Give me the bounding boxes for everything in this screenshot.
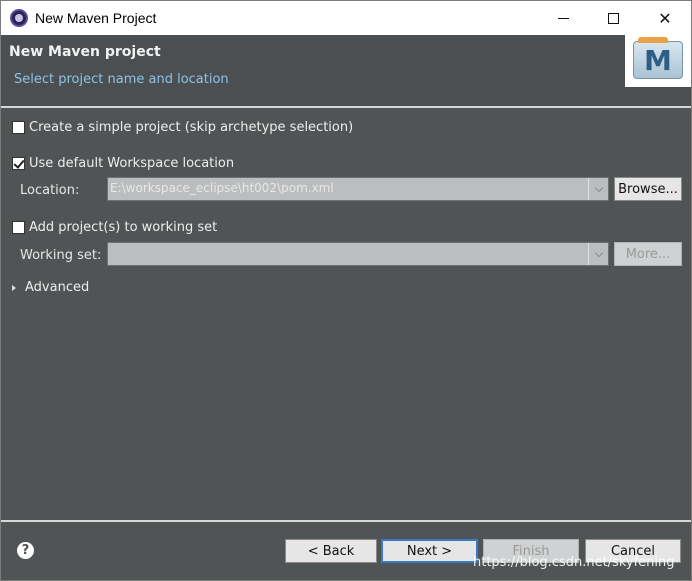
working-set-label: Working set: [20, 248, 102, 263]
working-set-combo[interactable] [107, 242, 609, 266]
default-workspace-option[interactable]: Use default Workspace location [12, 156, 234, 171]
chevron-down-icon [594, 183, 603, 192]
advanced-section-toggle[interactable]: Advanced [12, 280, 89, 295]
more-button[interactable]: More... [614, 242, 682, 266]
close-icon: ✕ [658, 8, 672, 28]
close-button[interactable]: ✕ [639, 1, 691, 35]
eclipse-icon [10, 9, 28, 27]
maven-logo-letter: M [644, 44, 672, 77]
wizard-banner-image: M [625, 35, 691, 87]
chevron-down-icon [594, 248, 603, 257]
simple-project-label: Create a simple project (skip archetype … [29, 120, 354, 135]
location-label: Location: [20, 183, 80, 198]
simple-project-option[interactable]: Create a simple project (skip archetype … [12, 120, 353, 135]
browse-button[interactable]: Browse... [614, 177, 682, 201]
window-title: New Maven Project [35, 10, 157, 26]
back-button[interactable]: < Back [285, 539, 377, 563]
simple-project-checkbox[interactable] [12, 121, 25, 134]
title-bar: New Maven Project ✕ [1, 1, 691, 35]
disclosure-triangle-icon [12, 284, 16, 291]
advanced-label: Advanced [25, 280, 90, 295]
maven-logo-icon: M [633, 37, 683, 79]
working-set-option[interactable]: Add project(s) to working set [12, 220, 217, 235]
help-icon[interactable]: ? [17, 542, 34, 559]
maven-project-dialog: New Maven Project ✕ New Maven project Se… [0, 0, 692, 581]
default-workspace-checkbox[interactable] [12, 157, 25, 170]
working-set-toggle-label: Add project(s) to working set [29, 220, 218, 235]
page-title: New Maven project [9, 44, 161, 60]
next-button[interactable]: Next > [381, 539, 478, 563]
location-combo[interactable]: E:\workspace_eclipse\ht002\pom.xml [107, 177, 609, 201]
location-dropdown-button[interactable] [588, 178, 608, 200]
working-set-checkbox[interactable] [12, 221, 25, 234]
button-bar: ? < Back Next > Finish Cancel https://bl… [1, 522, 691, 580]
page-subtitle: Select project name and location [14, 72, 229, 87]
default-workspace-label: Use default Workspace location [29, 156, 235, 171]
maximize-button[interactable] [587, 1, 639, 35]
minimize-icon [557, 17, 569, 19]
minimize-button[interactable] [537, 1, 589, 35]
watermark-text: https://blog.csdn.net/skyfening [473, 555, 675, 570]
location-value: E:\workspace_eclipse\ht002\pom.xml [110, 181, 334, 195]
wizard-header: New Maven project Select project name an… [1, 35, 691, 107]
maximize-icon [607, 12, 619, 24]
working-set-dropdown-button[interactable] [588, 243, 608, 265]
